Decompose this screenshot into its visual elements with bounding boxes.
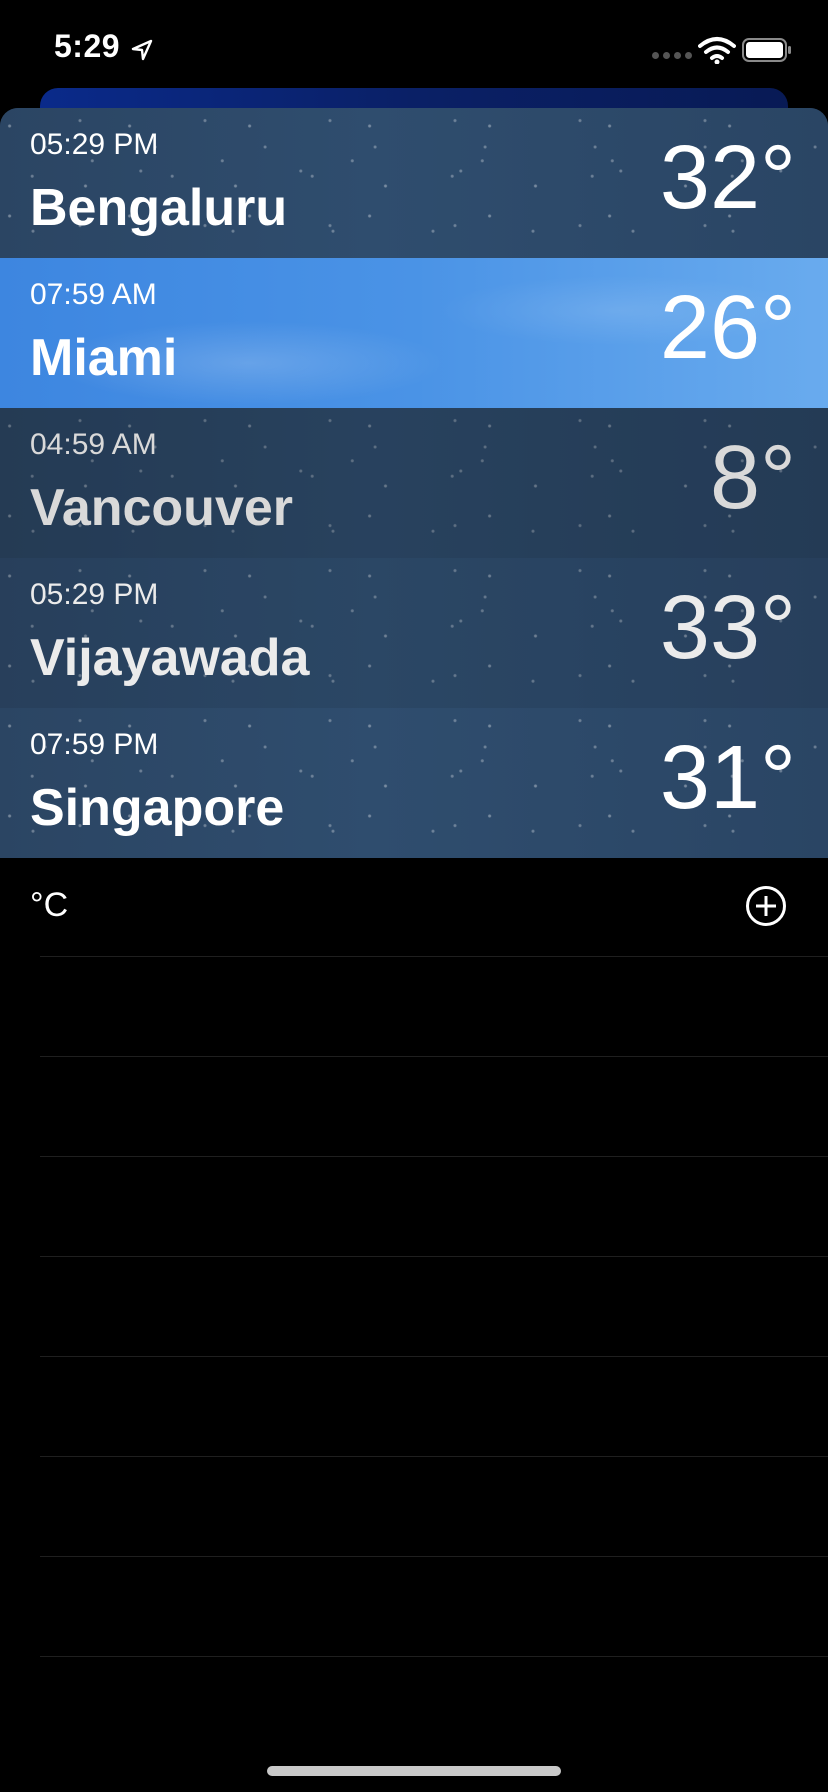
home-indicator[interactable] — [267, 1766, 561, 1776]
units-toggle[interactable]: °C — [30, 886, 68, 925]
city-row-vijayawada[interactable]: 05:29 PM Vijayawada 33° — [0, 558, 828, 708]
city-row-singapore[interactable]: 07:59 PM Singapore 31° — [0, 708, 828, 858]
list-separator — [40, 1456, 828, 1457]
local-time: 07:59 PM — [30, 728, 159, 761]
local-time: 07:59 AM — [30, 278, 157, 311]
signal-icon — [652, 52, 692, 59]
city-row-miami[interactable]: 07:59 AM Miami 26° — [0, 258, 828, 408]
list-separator — [40, 1656, 828, 1657]
local-time: 05:29 PM — [30, 128, 159, 161]
temperature: 31° — [659, 728, 796, 828]
add-city-button[interactable] — [746, 886, 786, 926]
city-name: Vijayawada — [30, 629, 310, 687]
temperature: 33° — [659, 578, 796, 678]
city-row-vancouver[interactable]: 04:59 AM Vancouver 8° — [0, 408, 828, 558]
temperature: 8° — [709, 428, 796, 528]
list-separator — [40, 1056, 828, 1057]
local-time: 04:59 AM — [30, 428, 157, 461]
local-time: 05:29 PM — [30, 578, 159, 611]
status-bar: 5:29 — [0, 0, 828, 100]
temperature: 26° — [659, 278, 796, 378]
city-row-bengaluru[interactable]: 05:29 PM Bengaluru 32° — [0, 108, 828, 258]
status-time: 5:29 — [54, 28, 121, 64]
list-separator — [40, 1356, 828, 1357]
city-name: Bengaluru — [30, 179, 288, 237]
battery-icon — [742, 38, 791, 62]
list-separator — [40, 1256, 828, 1257]
city-name: Miami — [30, 329, 178, 387]
wifi-icon — [698, 37, 736, 64]
city-name: Vancouver — [30, 479, 294, 537]
list-separator — [40, 1556, 828, 1557]
list-separator — [40, 1156, 828, 1157]
temperature: 32° — [659, 128, 796, 228]
list-separator — [40, 956, 828, 957]
city-list: 05:29 PM Bengaluru 32° 07:59 AM Miami 26… — [0, 108, 828, 858]
city-name: Singapore — [30, 779, 285, 837]
location-arrow-icon — [131, 39, 153, 61]
